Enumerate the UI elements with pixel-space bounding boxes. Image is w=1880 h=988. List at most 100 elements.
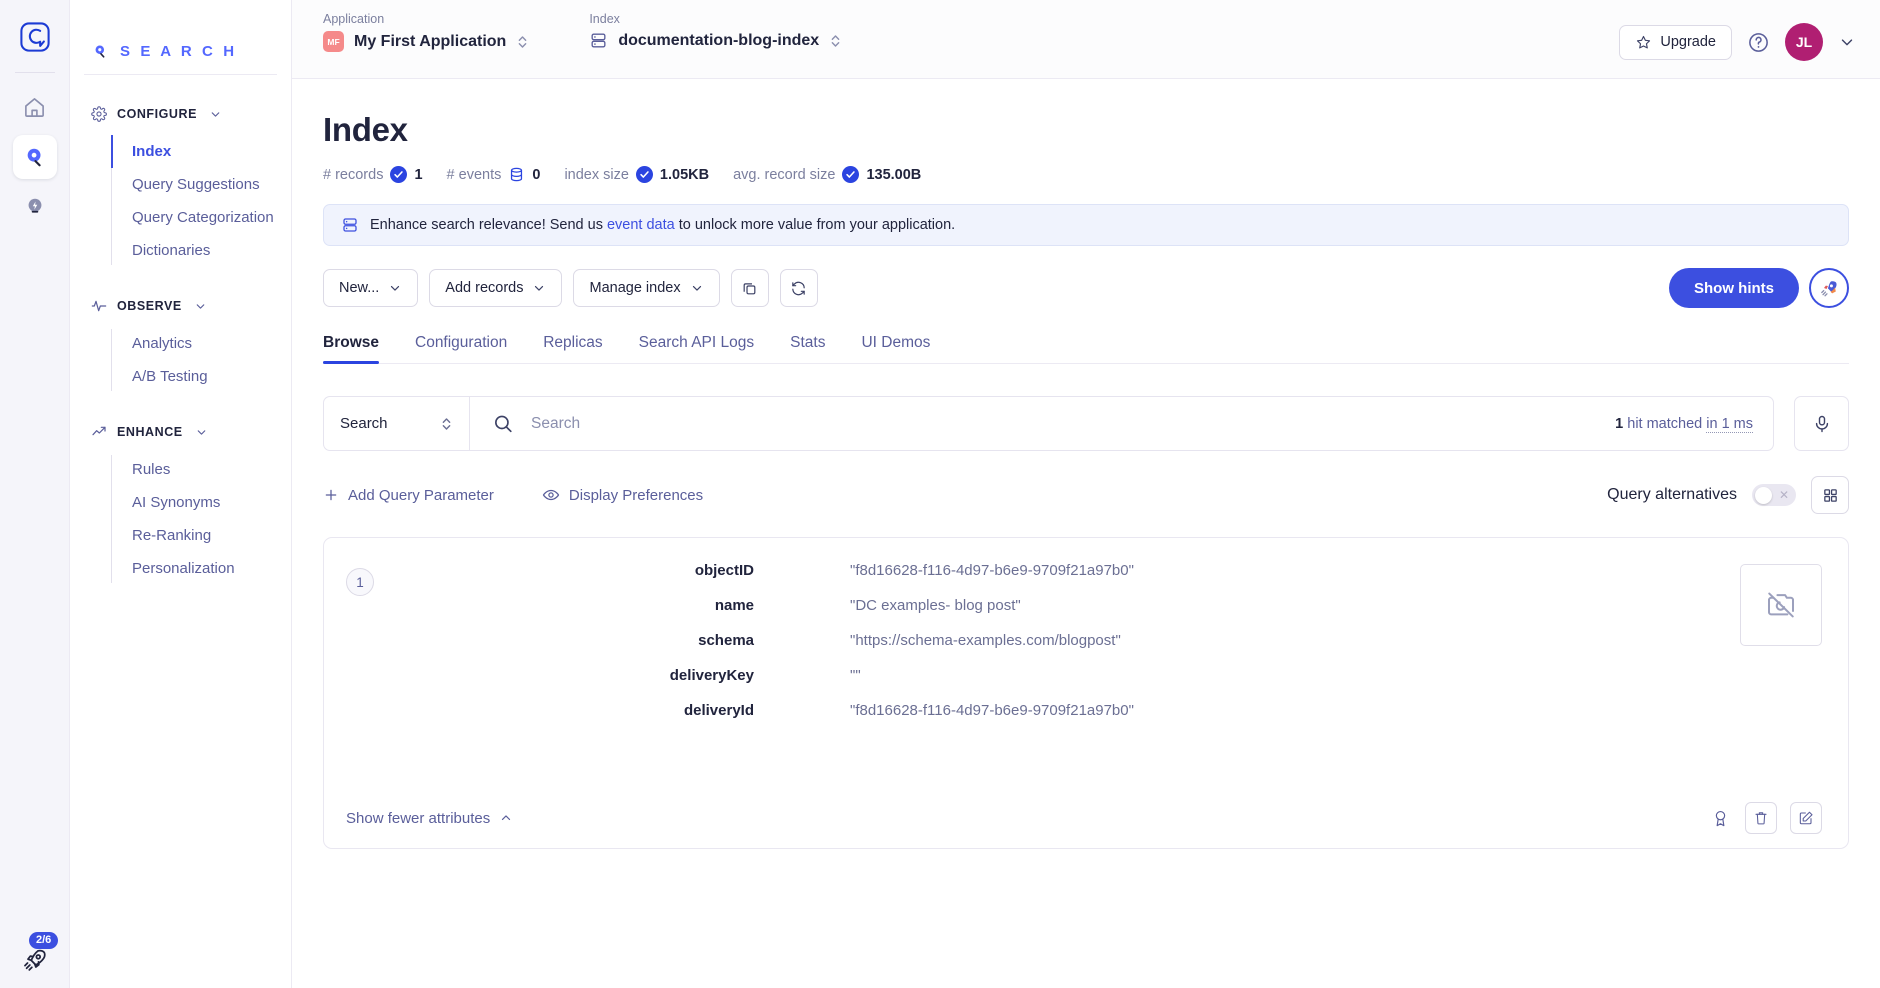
refresh-icon [790, 280, 807, 297]
new-button[interactable]: New... [323, 269, 419, 307]
rocket-icon [1819, 278, 1840, 299]
copy-index-button[interactable] [730, 269, 769, 307]
banner-text-after: to unlock more value from your applicati… [674, 217, 956, 233]
record-rank-badge: 1 [346, 568, 374, 596]
rail-item-events[interactable] [13, 185, 57, 229]
record-body: 1 objectID "f8d16628-f116-4d97-b6e9-9709… [324, 538, 1848, 788]
sidebar-item-analytics[interactable]: Analytics [111, 327, 291, 360]
sidebar-item-ai-synonyms[interactable]: AI Synonyms [111, 486, 291, 519]
record-thumbnail [1740, 564, 1822, 646]
onboarding-widget[interactable]: 2/6 [0, 932, 70, 974]
check-circle-icon [390, 166, 408, 183]
attribute-key: schema [698, 632, 754, 649]
event-data-link[interactable]: event data [607, 217, 675, 233]
grid-view-button[interactable] [1811, 476, 1849, 514]
nav-group-enhance: ENHANCE Rules AI Synonyms Re-Ranking Per… [70, 419, 291, 585]
add-query-parameter-button[interactable]: Add Query Parameter [323, 487, 494, 504]
show-fewer-attributes-button[interactable]: Show fewer attributes [346, 810, 513, 827]
rail-item-search[interactable] [12, 135, 57, 179]
attribute-value[interactable]: "f8d16628-f116-4d97-b6e9-9709f21a97b0" [850, 562, 1134, 579]
index-stats: # records 1 # events 0 index size 1.05KB… [323, 166, 1849, 183]
display-preferences-button[interactable]: Display Preferences [542, 486, 703, 504]
banner-text: Enhance search relevance! Send us event … [370, 217, 955, 233]
search-input[interactable]: Search [531, 415, 580, 433]
onboarding-progress-badge: 2/6 [29, 932, 59, 949]
nav-group-title: ENHANCE [117, 425, 183, 439]
record-attributes: objectID "f8d16628-f116-4d97-b6e9-9709f2… [380, 562, 1720, 788]
tab-ui-demos[interactable]: UI Demos [861, 334, 930, 363]
attribute-value[interactable]: "DC examples- blog post" [850, 597, 1021, 614]
sidebar-item-dictionaries[interactable]: Dictionaries [111, 234, 291, 267]
search-box[interactable]: Search 1 hit matched in 1 ms [469, 396, 1774, 451]
tab-stats[interactable]: Stats [790, 334, 825, 363]
database-icon [589, 31, 608, 50]
stat-label: # events [446, 166, 502, 183]
add-query-parameter-label: Add Query Parameter [348, 486, 494, 504]
manage-index-button[interactable]: Manage index [573, 269, 720, 307]
close-icon: ✕ [1778, 488, 1789, 502]
voice-search-button[interactable] [1794, 396, 1849, 451]
add-records-button[interactable]: Add records [429, 269, 563, 307]
upgrade-button[interactable]: Upgrade [1619, 24, 1732, 60]
pulse-icon [91, 298, 107, 314]
attribute-value[interactable]: "f8d16628-f116-4d97-b6e9-9709f21a97b0" [850, 702, 1134, 719]
refresh-index-button[interactable] [779, 269, 818, 307]
sidebar-item-personalization[interactable]: Personalization [111, 552, 291, 585]
rail-item-home[interactable] [13, 85, 57, 129]
chevron-down-icon [690, 281, 704, 295]
search-mode-select[interactable]: Search [323, 396, 469, 451]
sidebar-brand-label: S E A R C H [120, 42, 238, 60]
page-title: Index [323, 111, 408, 148]
sidebar: S E A R C H CONFIGURE Index Query Sugges… [70, 0, 292, 988]
rail-divider [14, 72, 55, 73]
attribute-key: name [714, 597, 754, 614]
search-icon [492, 413, 514, 435]
user-avatar[interactable]: JL [1785, 23, 1823, 61]
stat-value: 135.00B [866, 166, 922, 183]
application-selector[interactable]: Application MF My First Application [323, 12, 529, 52]
tab-configuration[interactable]: Configuration [415, 334, 507, 363]
sidebar-item-query-suggestions[interactable]: Query Suggestions [111, 168, 291, 201]
stat-label: # records [323, 166, 384, 183]
attribute-value[interactable]: "" [850, 667, 861, 684]
sidebar-item-re-ranking[interactable]: Re-Ranking [111, 519, 291, 552]
record-footer: Show fewer attributes [324, 788, 1848, 848]
index-selector[interactable]: Index documentation-blog-index [589, 12, 842, 50]
nav-group-configure: CONFIGURE Index Query Suggestions Query … [70, 101, 291, 267]
rocket-onboarding-button[interactable] [1809, 268, 1849, 308]
promote-record-icon [1711, 809, 1730, 828]
chevron-down-icon[interactable] [1838, 33, 1856, 51]
sidebar-item-query-categorization[interactable]: Query Categorization [111, 201, 291, 234]
algolia-logo-icon[interactable] [19, 22, 50, 52]
display-preferences-label: Display Preferences [568, 486, 704, 504]
attribute-value[interactable]: "https://schema-examples.com/blogpost" [850, 632, 1121, 649]
chevron-down-icon [194, 300, 207, 313]
sidebar-item-ab-testing[interactable]: A/B Testing [111, 360, 291, 393]
nav-group-header-observe[interactable]: OBSERVE [70, 293, 291, 319]
sidebar-item-rules[interactable]: Rules [111, 453, 291, 486]
plus-icon [323, 487, 339, 503]
nav-group-header-enhance[interactable]: ENHANCE [70, 419, 291, 445]
query-alternatives-toggle[interactable]: ✕ [1752, 484, 1796, 506]
edit-record-button[interactable] [1790, 802, 1822, 834]
promote-record-button[interactable] [1708, 802, 1732, 834]
chevron-down-icon [195, 426, 208, 439]
tab-search-api-logs[interactable]: Search API Logs [639, 334, 754, 363]
delete-record-button[interactable] [1745, 802, 1777, 834]
eye-icon [542, 486, 560, 504]
search-icon [92, 43, 109, 60]
upgrade-button-label: Upgrade [1660, 34, 1716, 50]
chevron-down-icon [209, 108, 222, 121]
nav-items-enhance: Rules AI Synonyms Re-Ranking Personaliza… [70, 453, 291, 585]
new-button-label: New... [339, 280, 380, 296]
toggle-knob [1755, 486, 1772, 504]
attribute-row: objectID "f8d16628-f116-4d97-b6e9-9709f2… [380, 562, 1720, 579]
show-hints-button[interactable]: Show hints [1669, 268, 1799, 308]
question-circle-icon[interactable] [1747, 31, 1770, 54]
tab-replicas[interactable]: Replicas [543, 334, 602, 363]
nav-group-header-configure[interactable]: CONFIGURE [70, 101, 291, 127]
stat-value: 1 [414, 166, 423, 183]
tab-browse[interactable]: Browse [323, 334, 379, 364]
attribute-key: deliveryKey [669, 667, 754, 684]
sidebar-item-index[interactable]: Index [111, 135, 291, 168]
